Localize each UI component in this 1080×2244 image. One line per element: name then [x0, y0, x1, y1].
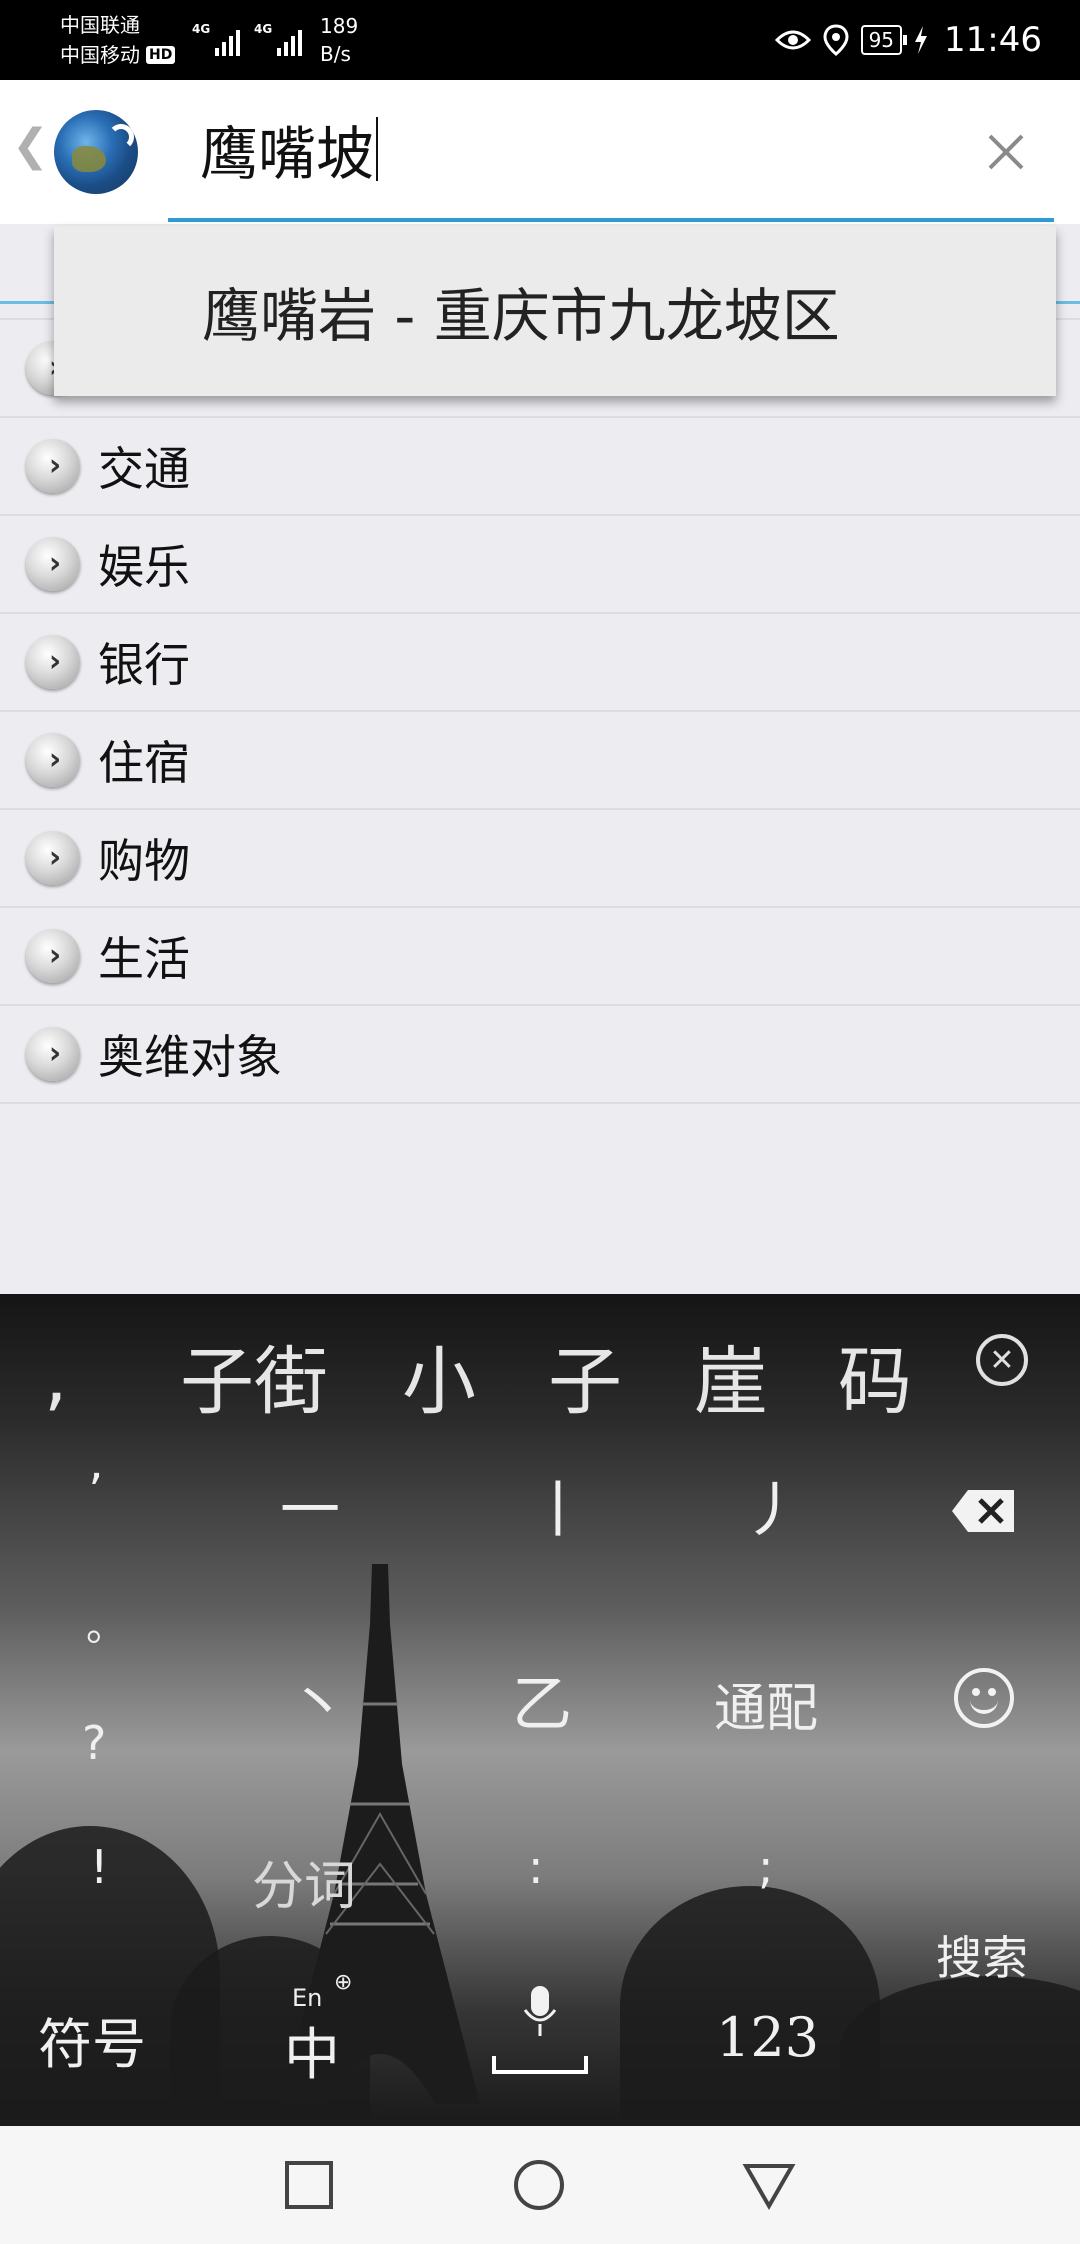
- list-item[interactable]: › 生活: [0, 908, 1080, 1006]
- close-candidates-icon[interactable]: ✕: [976, 1334, 1028, 1386]
- emoji-icon[interactable]: [954, 1668, 1014, 1728]
- charging-icon: [915, 26, 928, 54]
- key-question[interactable]: ?: [82, 1716, 106, 1770]
- category-label: 银行: [98, 638, 190, 692]
- location-icon: [823, 24, 849, 56]
- list-item[interactable]: › 交通: [0, 418, 1080, 516]
- lang-en-label: En: [292, 1984, 323, 2012]
- search-key[interactable]: 搜索: [936, 1922, 1028, 1988]
- home-icon[interactable]: [512, 2158, 566, 2212]
- key-zhe[interactable]: 乙: [512, 1656, 572, 1743]
- navigation-bar: [0, 2126, 1080, 2244]
- eye-icon: [774, 30, 811, 50]
- signal-2-icon: 4G: [254, 22, 303, 56]
- category-label: 住宿: [98, 736, 190, 790]
- chevron-right-icon[interactable]: ›: [26, 831, 80, 885]
- list-item[interactable]: › 住宿: [0, 712, 1080, 810]
- search-underline: [168, 218, 1054, 222]
- candidate-word[interactable]: 子: [548, 1322, 622, 1429]
- backspace-icon[interactable]: [950, 1488, 1016, 1534]
- lang-switch-key[interactable]: 中: [284, 2010, 340, 2091]
- carrier-info: 中国联通 中国移动 HD: [60, 10, 176, 70]
- carrier-2: 中国移动: [60, 43, 140, 67]
- chevron-right-icon[interactable]: ›: [26, 439, 80, 493]
- key-quote[interactable]: ’: [88, 1464, 103, 1520]
- status-bar: 中国联通 中国移动 HD 4G 4G 189 B/s 95 11:46: [0, 0, 1080, 80]
- chevron-right-icon[interactable]: ›: [26, 929, 80, 983]
- category-label: 娱乐: [98, 540, 190, 594]
- speed-value: 189: [320, 14, 359, 38]
- candidate-comma[interactable]: ,: [44, 1334, 68, 1420]
- chevron-right-icon[interactable]: ›: [26, 1027, 80, 1081]
- key-segment[interactable]: 分词: [252, 1844, 356, 1919]
- microphone-icon[interactable]: [522, 1986, 558, 2042]
- clock: 11:46: [944, 20, 1042, 60]
- number-key[interactable]: 123: [716, 2006, 819, 2069]
- candidate-word[interactable]: 子街: [180, 1322, 328, 1429]
- globe-icon: ⊕: [334, 1970, 353, 1995]
- chevron-right-icon[interactable]: ›: [26, 537, 80, 591]
- speed-unit: B/s: [320, 42, 351, 66]
- signal-1-icon: 4G: [192, 22, 241, 56]
- list-item[interactable]: › 银行: [0, 614, 1080, 712]
- network-type-1: 4G: [192, 22, 211, 36]
- key-heng[interactable]: 一: [280, 1462, 340, 1549]
- hd-badge: HD: [146, 46, 176, 64]
- category-label: 奥维对象: [98, 1030, 282, 1084]
- carrier-1: 中国联通: [60, 13, 140, 37]
- clear-icon[interactable]: [984, 130, 1028, 174]
- chevron-right-icon[interactable]: ›: [26, 635, 80, 689]
- back-chevron-icon[interactable]: ❮: [12, 120, 49, 171]
- category-label: 交通: [98, 442, 190, 496]
- autocomplete-suggestion[interactable]: 鹰嘴岩 - 重庆市九龙坡区: [202, 269, 840, 353]
- list-item[interactable]: › 娱乐: [0, 516, 1080, 614]
- text-caret: [376, 117, 379, 181]
- autocomplete-dropdown[interactable]: 鹰嘴岩 - 重庆市九龙坡区: [54, 226, 1056, 396]
- key-pie[interactable]: 丿: [742, 1462, 802, 1549]
- key-colon[interactable]: :: [528, 1840, 544, 1894]
- category-label: 购物: [98, 834, 190, 888]
- app-globe-logo[interactable]: [54, 110, 138, 194]
- key-period[interactable]: 。: [86, 1594, 126, 1652]
- symbol-key[interactable]: 符号: [38, 2000, 146, 2079]
- battery-level: 95: [860, 25, 908, 55]
- search-input[interactable]: 鹰嘴坡: [170, 104, 950, 194]
- back-icon[interactable]: [742, 2158, 796, 2212]
- key-dian[interactable]: 丶: [288, 1656, 348, 1743]
- key-shu[interactable]: 丨: [528, 1462, 588, 1549]
- network-speed: 189 B/s: [320, 12, 358, 68]
- recent-apps-icon[interactable]: [282, 2158, 336, 2212]
- category-label: 生活: [98, 932, 190, 986]
- chevron-right-icon[interactable]: ›: [26, 733, 80, 787]
- space-key[interactable]: [492, 2056, 588, 2074]
- candidate-word[interactable]: 码: [838, 1322, 912, 1429]
- status-icons: 95 11:46: [774, 16, 1042, 64]
- network-type-2: 4G: [254, 22, 273, 36]
- search-header: ❮ 鹰嘴坡: [0, 80, 1080, 304]
- key-wildcard[interactable]: 通配: [714, 1666, 818, 1741]
- candidate-word[interactable]: 崖: [694, 1322, 768, 1429]
- list-item[interactable]: › 奥维对象: [0, 1006, 1080, 1104]
- candidate-word[interactable]: 小: [402, 1322, 476, 1429]
- ime-keyboard: , 子街 小 子 崖 码 ✕ ’ 。 ? ! 一 丨 丿 丶 乙 通配 分词 :…: [0, 1294, 1080, 2126]
- search-query: 鹰嘴坡: [200, 120, 375, 188]
- key-exclaim[interactable]: !: [90, 1840, 108, 1894]
- key-semicolon[interactable]: ;: [758, 1840, 774, 1894]
- list-item[interactable]: › 购物: [0, 810, 1080, 908]
